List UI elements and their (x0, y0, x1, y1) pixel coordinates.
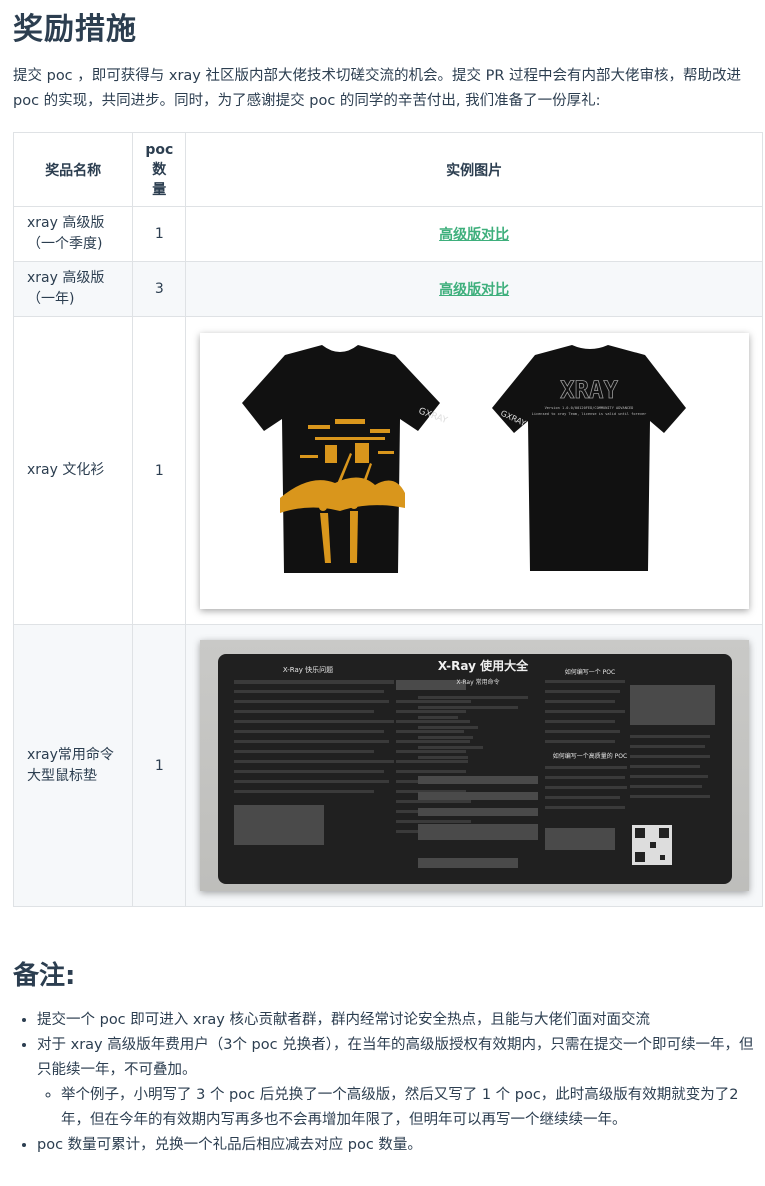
back-license-line: Licensed to xray Team, license is valid … (531, 412, 647, 416)
prize-name-cell: xray常用命令 大型鼠标垫 (12, 624, 134, 907)
poc-count-cell: 1 (132, 206, 187, 262)
prize-name-line2: 大型鼠标垫 (27, 767, 97, 784)
back-logo: XRAY (560, 376, 618, 404)
notes-list: 提交一个 poc 即可进入 xray 核心贡献者群，群内经常讨论安全热点，且能与… (13, 1008, 765, 1158)
list-item: 对于 xray 高级版年费用户（3个 poc 兑换者），在当年的高级版授权有效期… (37, 1033, 765, 1133)
header-example-image: 实例图片 (185, 132, 763, 207)
premium-compare-link[interactable]: 高级版对比 (439, 282, 509, 298)
rewards-table: 奖品名称 poc 数 量 实例图片 xray 高级版 （一个季度) 1 高级版对… (12, 132, 763, 907)
page-title: 奖励措施 (13, 12, 137, 47)
table-row: xray 高级版 （一个季度) 1 高级版对比 (12, 206, 763, 262)
table-row: xray 高级版 （一年) 3 高级版对比 (12, 261, 763, 317)
header-poc-count-line1: poc (145, 141, 174, 158)
poc-count-cell: 3 (132, 261, 187, 317)
table-row: xray 文化衫 1 GXRAY XRAY Version 1.0.0/0012… (12, 316, 763, 625)
header-poc-count-line3: 量 (152, 181, 167, 198)
list-item-text: 对于 xray 高级版年费用户（3个 poc 兑换者），在当年的高级版授权有效期… (37, 1037, 754, 1078)
example-cell: X-Ray 快乐问题 X-Ray 使用大全 X-Ray 常用命令 如何编写一个 … (185, 624, 763, 907)
poc-count-cell: 1 (132, 316, 187, 625)
tshirt-illustration: GXRAY XRAY Version 1.0.0/00120FED/COMMUN… (241, 344, 686, 573)
tshirt-photo: GXRAY XRAY Version 1.0.0/00120FED/COMMUN… (199, 332, 749, 609)
example-cell: GXRAY XRAY Version 1.0.0/00120FED/COMMUN… (185, 316, 763, 625)
mousepad-center-subtitle: X-Ray 常用命令 (456, 678, 499, 686)
mousepad-col3-title: 如何编写一个 POC (564, 668, 614, 676)
mousepad-col3-subtitle: 如何编写一个高质量的 POC (552, 752, 626, 760)
prize-name-cell: xray 文化衫 (12, 316, 134, 625)
list-item: poc 数量可累计，兑换一个礼品后相应减去对应 poc 数量。 (37, 1133, 765, 1158)
prize-name-cell: xray 高级版 （一个季度) (12, 206, 134, 262)
header-prize-name: 奖品名称 (12, 132, 134, 207)
prize-name-line1: xray 高级版 (27, 270, 105, 286)
table-header-row: 奖品名称 poc 数 量 实例图片 (12, 132, 763, 207)
intro-paragraph: 提交 poc ，即可获得与 xray 社区版内部大佬技术切磋交流的机会。提交 P… (13, 68, 742, 109)
example-cell: 高级版对比 (185, 206, 763, 262)
prize-name-line2: （一年) (27, 291, 75, 307)
prize-name-cell: xray 高级版 （一年) (12, 261, 134, 317)
mousepad-illustration: X-Ray 快乐问题 X-Ray 使用大全 X-Ray 常用命令 如何编写一个 … (217, 654, 732, 884)
premium-compare-link[interactable]: 高级版对比 (439, 227, 509, 243)
tshirt-front-shape (241, 344, 440, 573)
mousepad-col1-title: X-Ray 快乐问题 (282, 665, 332, 674)
poc-count-cell: 1 (132, 624, 187, 907)
header-poc-count-line2: 数 (152, 161, 167, 178)
header-poc-count: poc 数 量 (132, 132, 187, 207)
mousepad-photo: X-Ray 快乐问题 X-Ray 使用大全 X-Ray 常用命令 如何编写一个 … (199, 640, 749, 891)
table-row: xray常用命令 大型鼠标垫 1 X-Ray 快乐问题 X-Ray 使用大全 X… (12, 624, 763, 907)
list-item: 提交一个 poc 即可进入 xray 核心贡献者群，群内经常讨论安全热点，且能与… (37, 1008, 765, 1033)
prize-name-line1: xray 高级版 (27, 215, 105, 231)
prize-name-line1: xray 文化衫 (27, 462, 105, 478)
list-item: 举个例子，小明写了 3 个 poc 后兑换了一个高级版，然后又写了 1 个 po… (61, 1083, 765, 1133)
example-cell: 高级版对比 (185, 261, 763, 317)
notes-title: 备注: (13, 961, 76, 991)
back-version-line: Version 1.0.0/00120FED/COMMUNITY ADVANCE… (544, 406, 633, 410)
prize-name-line2: （一个季度) (27, 236, 103, 252)
sub-notes-list: 举个例子，小明写了 3 个 poc 后兑换了一个高级版，然后又写了 1 个 po… (37, 1083, 765, 1133)
mousepad-center-title: X-Ray 使用大全 (437, 658, 528, 673)
prize-name-line1: xray常用命令 (27, 746, 114, 763)
